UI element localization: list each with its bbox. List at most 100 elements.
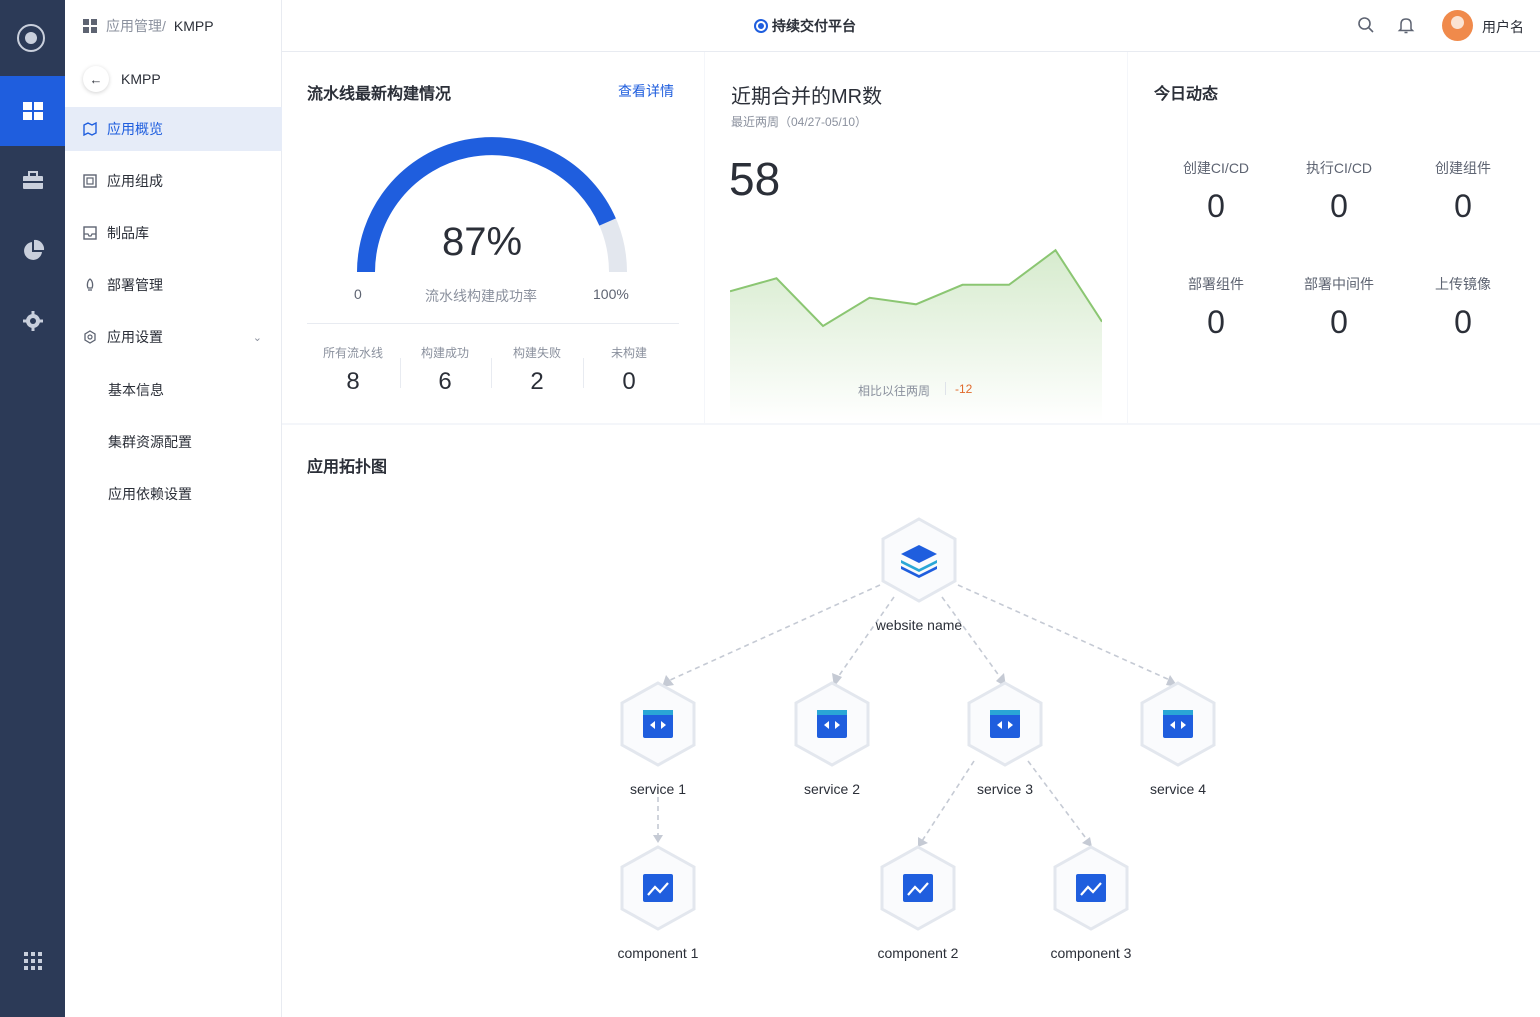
map-icon — [83, 122, 97, 136]
today-label: 执行CI/CD — [1305, 160, 1373, 176]
settings-icon — [84, 330, 96, 344]
back-button[interactable]: ← KMPP — [83, 66, 161, 92]
service-node[interactable] — [792, 681, 872, 767]
gauge-caption: 流水线构建成功率 — [425, 288, 537, 304]
service-node-label: service 3 — [976, 781, 1034, 797]
breadcrumb: 应用管理/ KMPP — [82, 16, 214, 36]
service-icon — [1163, 710, 1193, 738]
nav-item-deploy[interactable]: 部署管理 — [65, 263, 282, 307]
component-node-label: component 1 — [617, 945, 699, 961]
mr-compare-label: 相比以往两周 — [858, 384, 931, 398]
divider — [307, 323, 679, 324]
edge-service3-component3 — [1027, 760, 1089, 842]
nav-item-label: 应用设置 — [107, 329, 163, 345]
edge-root-service2 — [837, 596, 895, 678]
today-value: 0 — [1207, 304, 1225, 340]
search-icon[interactable] — [1356, 15, 1376, 35]
rail-toolbox-button[interactable] — [0, 146, 65, 216]
today-label: 创建组件 — [1435, 160, 1491, 176]
app-rail — [0, 0, 65, 1017]
gauge-max: 100% — [593, 286, 629, 302]
username[interactable]: 用户名 — [1482, 17, 1524, 37]
today-label: 上传镜像 — [1435, 276, 1491, 292]
component-node-label: component 2 — [877, 945, 959, 961]
logo-icon[interactable] — [17, 24, 45, 52]
inbox-icon — [83, 226, 97, 240]
module-icon — [83, 174, 97, 188]
rail-dashboard-button[interactable] — [0, 76, 65, 146]
pie-chart-icon — [23, 239, 44, 260]
nav-sub-cluster-resources[interactable]: 集群资源配置 — [108, 432, 192, 452]
nav-item-settings[interactable]: 应用设置 ⌄ — [65, 315, 282, 359]
dashboard-icon — [22, 102, 43, 120]
service-node[interactable] — [618, 681, 698, 767]
mr-subtitle: 最近两周（04/27-05/10） — [731, 115, 868, 129]
service-icon — [817, 710, 847, 738]
component-node[interactable] — [1051, 845, 1131, 931]
stat-value: 0 — [622, 368, 636, 395]
breadcrumb-parent[interactable]: 应用管理/ — [106, 16, 166, 36]
rail-apps-button[interactable] — [0, 926, 65, 996]
today-label: 创建CI/CD — [1182, 160, 1250, 176]
apps-grid-icon — [23, 952, 42, 970]
edge-root-service3 — [941, 596, 1001, 678]
nav-sub-dependencies[interactable]: 应用依赖设置 — [108, 484, 192, 504]
root-node[interactable] — [879, 517, 959, 603]
mr-value: 58 — [729, 153, 781, 205]
nav-item-label: 应用概览 — [107, 121, 163, 137]
service-node-label: service 4 — [1149, 781, 1207, 797]
nav-item-label: 部署管理 — [107, 277, 163, 293]
mr-title: 近期合并的MR数 — [731, 86, 883, 108]
service-node[interactable] — [1138, 681, 1218, 767]
service-node-label: service 2 — [803, 781, 861, 797]
today-value: 0 — [1207, 188, 1225, 224]
back-label: KMPP — [121, 71, 161, 87]
component-node[interactable] — [878, 845, 958, 931]
nav-item-composition[interactable]: 应用组成 — [65, 159, 282, 203]
mr-compare-value: -12 — [955, 382, 973, 396]
nav-sub-basic-info[interactable]: 基本信息 — [108, 380, 164, 400]
stat-label: 所有流水线 — [322, 346, 383, 360]
bell-icon[interactable] — [1396, 15, 1416, 35]
stat-label: 构建成功 — [420, 346, 469, 360]
today-value: 0 — [1330, 304, 1348, 340]
edge-root-service4 — [957, 584, 1173, 682]
gauge-percent: 87% — [441, 220, 523, 264]
trend-chart-icon — [1076, 874, 1106, 902]
stat-value: 2 — [530, 368, 544, 395]
rail-settings-button[interactable] — [0, 286, 65, 356]
gear-icon — [22, 311, 43, 331]
trend-chart-icon — [903, 874, 933, 902]
divider — [491, 358, 492, 388]
stat-label: 构建失败 — [512, 346, 561, 360]
view-details-link[interactable]: 查看详情 — [618, 81, 674, 101]
grid-icon — [83, 19, 97, 33]
nav-item-artifacts[interactable]: 制品库 — [65, 211, 282, 255]
service-node[interactable] — [965, 681, 1045, 767]
component-node[interactable] — [618, 845, 698, 931]
service-node-label: service 1 — [629, 781, 687, 797]
stat-label: 未构建 — [610, 346, 647, 360]
top-bar — [282, 0, 1540, 52]
nav-item-label: 制品库 — [107, 225, 149, 241]
stat-value: 8 — [346, 368, 360, 395]
today-value: 0 — [1330, 188, 1348, 224]
avatar[interactable] — [1442, 10, 1473, 41]
secondary-nav — [65, 0, 282, 1017]
toolbox-icon — [22, 171, 43, 189]
divider — [945, 382, 946, 395]
today-title: 今日动态 — [1154, 86, 1219, 103]
gauge-min: 0 — [354, 286, 362, 302]
platform-title-text: 持续交付平台 — [772, 18, 856, 34]
arrow-head — [653, 835, 663, 843]
nav-item-overview[interactable]: 应用概览 — [65, 107, 282, 151]
nav-item-label: 应用组成 — [107, 173, 163, 189]
edge-service3-component2 — [921, 760, 975, 842]
root-node-label: website name — [875, 617, 963, 633]
topology-card: 应用拓扑图 website name service 1 service 2 s… — [282, 425, 1540, 1017]
rail-chart-button[interactable] — [0, 216, 65, 286]
component-node-label: component 3 — [1050, 945, 1132, 961]
stat-value: 6 — [438, 368, 452, 395]
today-value: 0 — [1454, 304, 1472, 340]
pipeline-card: 流水线最新构建情况 查看详情 87% 0 流水线构建成功率 100% 所有流水线… — [282, 52, 704, 423]
